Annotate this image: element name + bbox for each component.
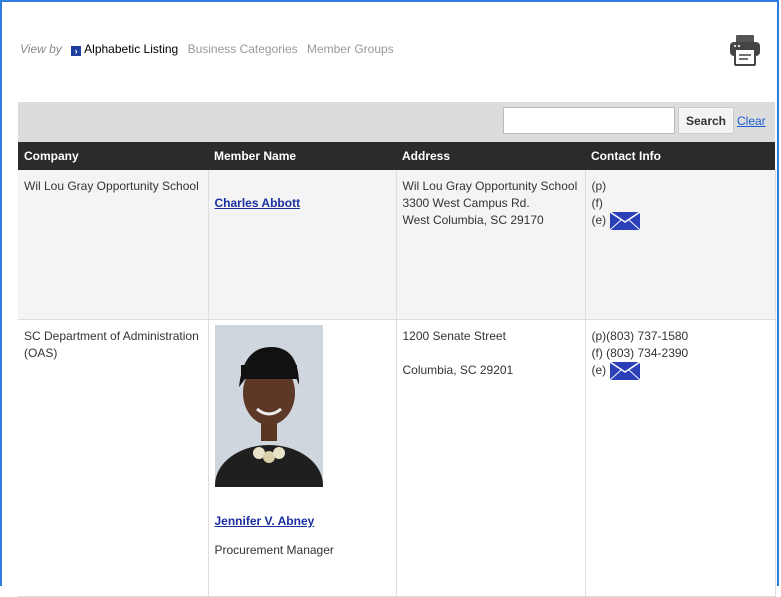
company-cell: Wil Lou Gray Opportunity School — [18, 170, 209, 320]
email-label: (e) — [591, 213, 607, 228]
member-cell: Charles Abbott — [208, 170, 397, 320]
header-address: Address — [396, 142, 585, 170]
address-line: West Columbia, SC 29170 — [402, 213, 544, 227]
table-header-row: Company Member Name Address Contact Info — [18, 142, 775, 170]
phone-text: (p) — [591, 179, 607, 193]
search-toolbar: Search Clear — [18, 102, 775, 142]
email-label: (e) — [591, 363, 607, 378]
phone-text: (p)(803) 737-1580 — [591, 329, 689, 343]
clear-link[interactable]: Clear — [737, 114, 766, 128]
arrow-right-icon: › — [71, 46, 82, 56]
company-cell: SC Department of Administration (OAS) — [18, 319, 209, 597]
address-line: 3300 West Campus Rd. — [402, 196, 530, 210]
view-business-categories[interactable]: Business Categories — [188, 42, 298, 56]
header-contact-info: Contact Info — [585, 142, 775, 170]
address-line — [403, 345, 579, 362]
address-cell: 1200 Senate Street Columbia, SC 29201 — [396, 319, 586, 597]
member-photo — [214, 325, 323, 487]
member-table: Company Member Name Address Contact Info… — [18, 142, 776, 597]
envelope-icon[interactable] — [609, 212, 640, 230]
view-alphabetic-listing[interactable]: Alphabetic Listing — [84, 42, 178, 56]
address-line: 1200 Senate Street — [402, 329, 506, 343]
view-by-bar: View by › Alphabetic Listing Business Cat… — [20, 42, 400, 56]
address-line: Wil Lou Gray Opportunity School — [402, 179, 578, 193]
address-line: Columbia, SC 29201 — [402, 363, 514, 377]
contact-cell: (p)(803) 737-1580 (f) (803) 734-2390 (e) — [585, 319, 776, 597]
printer-icon[interactable] — [727, 32, 763, 68]
fax-text: (f) (803) 734-2390 — [591, 346, 689, 360]
member-name-link[interactable]: Jennifer V. Abney — [215, 513, 315, 530]
search-input[interactable] — [503, 107, 675, 134]
envelope-icon[interactable] — [609, 362, 640, 380]
table-row: SC Department of Administration (OAS) Je… — [18, 319, 776, 597]
address-cell: Wil Lou Gray Opportunity School 3300 Wes… — [396, 170, 586, 320]
table-row: Wil Lou Gray Opportunity School Charles … — [18, 170, 776, 320]
contact-cell: (p) (f) (e) — [585, 170, 776, 320]
view-by-label: View by — [20, 42, 62, 56]
member-title: Procurement Manager — [214, 543, 334, 557]
header-member-name: Member Name — [208, 142, 396, 170]
search-button[interactable]: Search — [678, 107, 734, 134]
fax-text: (f) — [591, 196, 603, 210]
header-company: Company — [18, 142, 208, 170]
member-name-link[interactable]: Charles Abbott — [215, 195, 301, 212]
member-cell: Jennifer V. Abney Procurement Manager — [208, 319, 397, 597]
view-member-groups[interactable]: Member Groups — [307, 42, 394, 56]
